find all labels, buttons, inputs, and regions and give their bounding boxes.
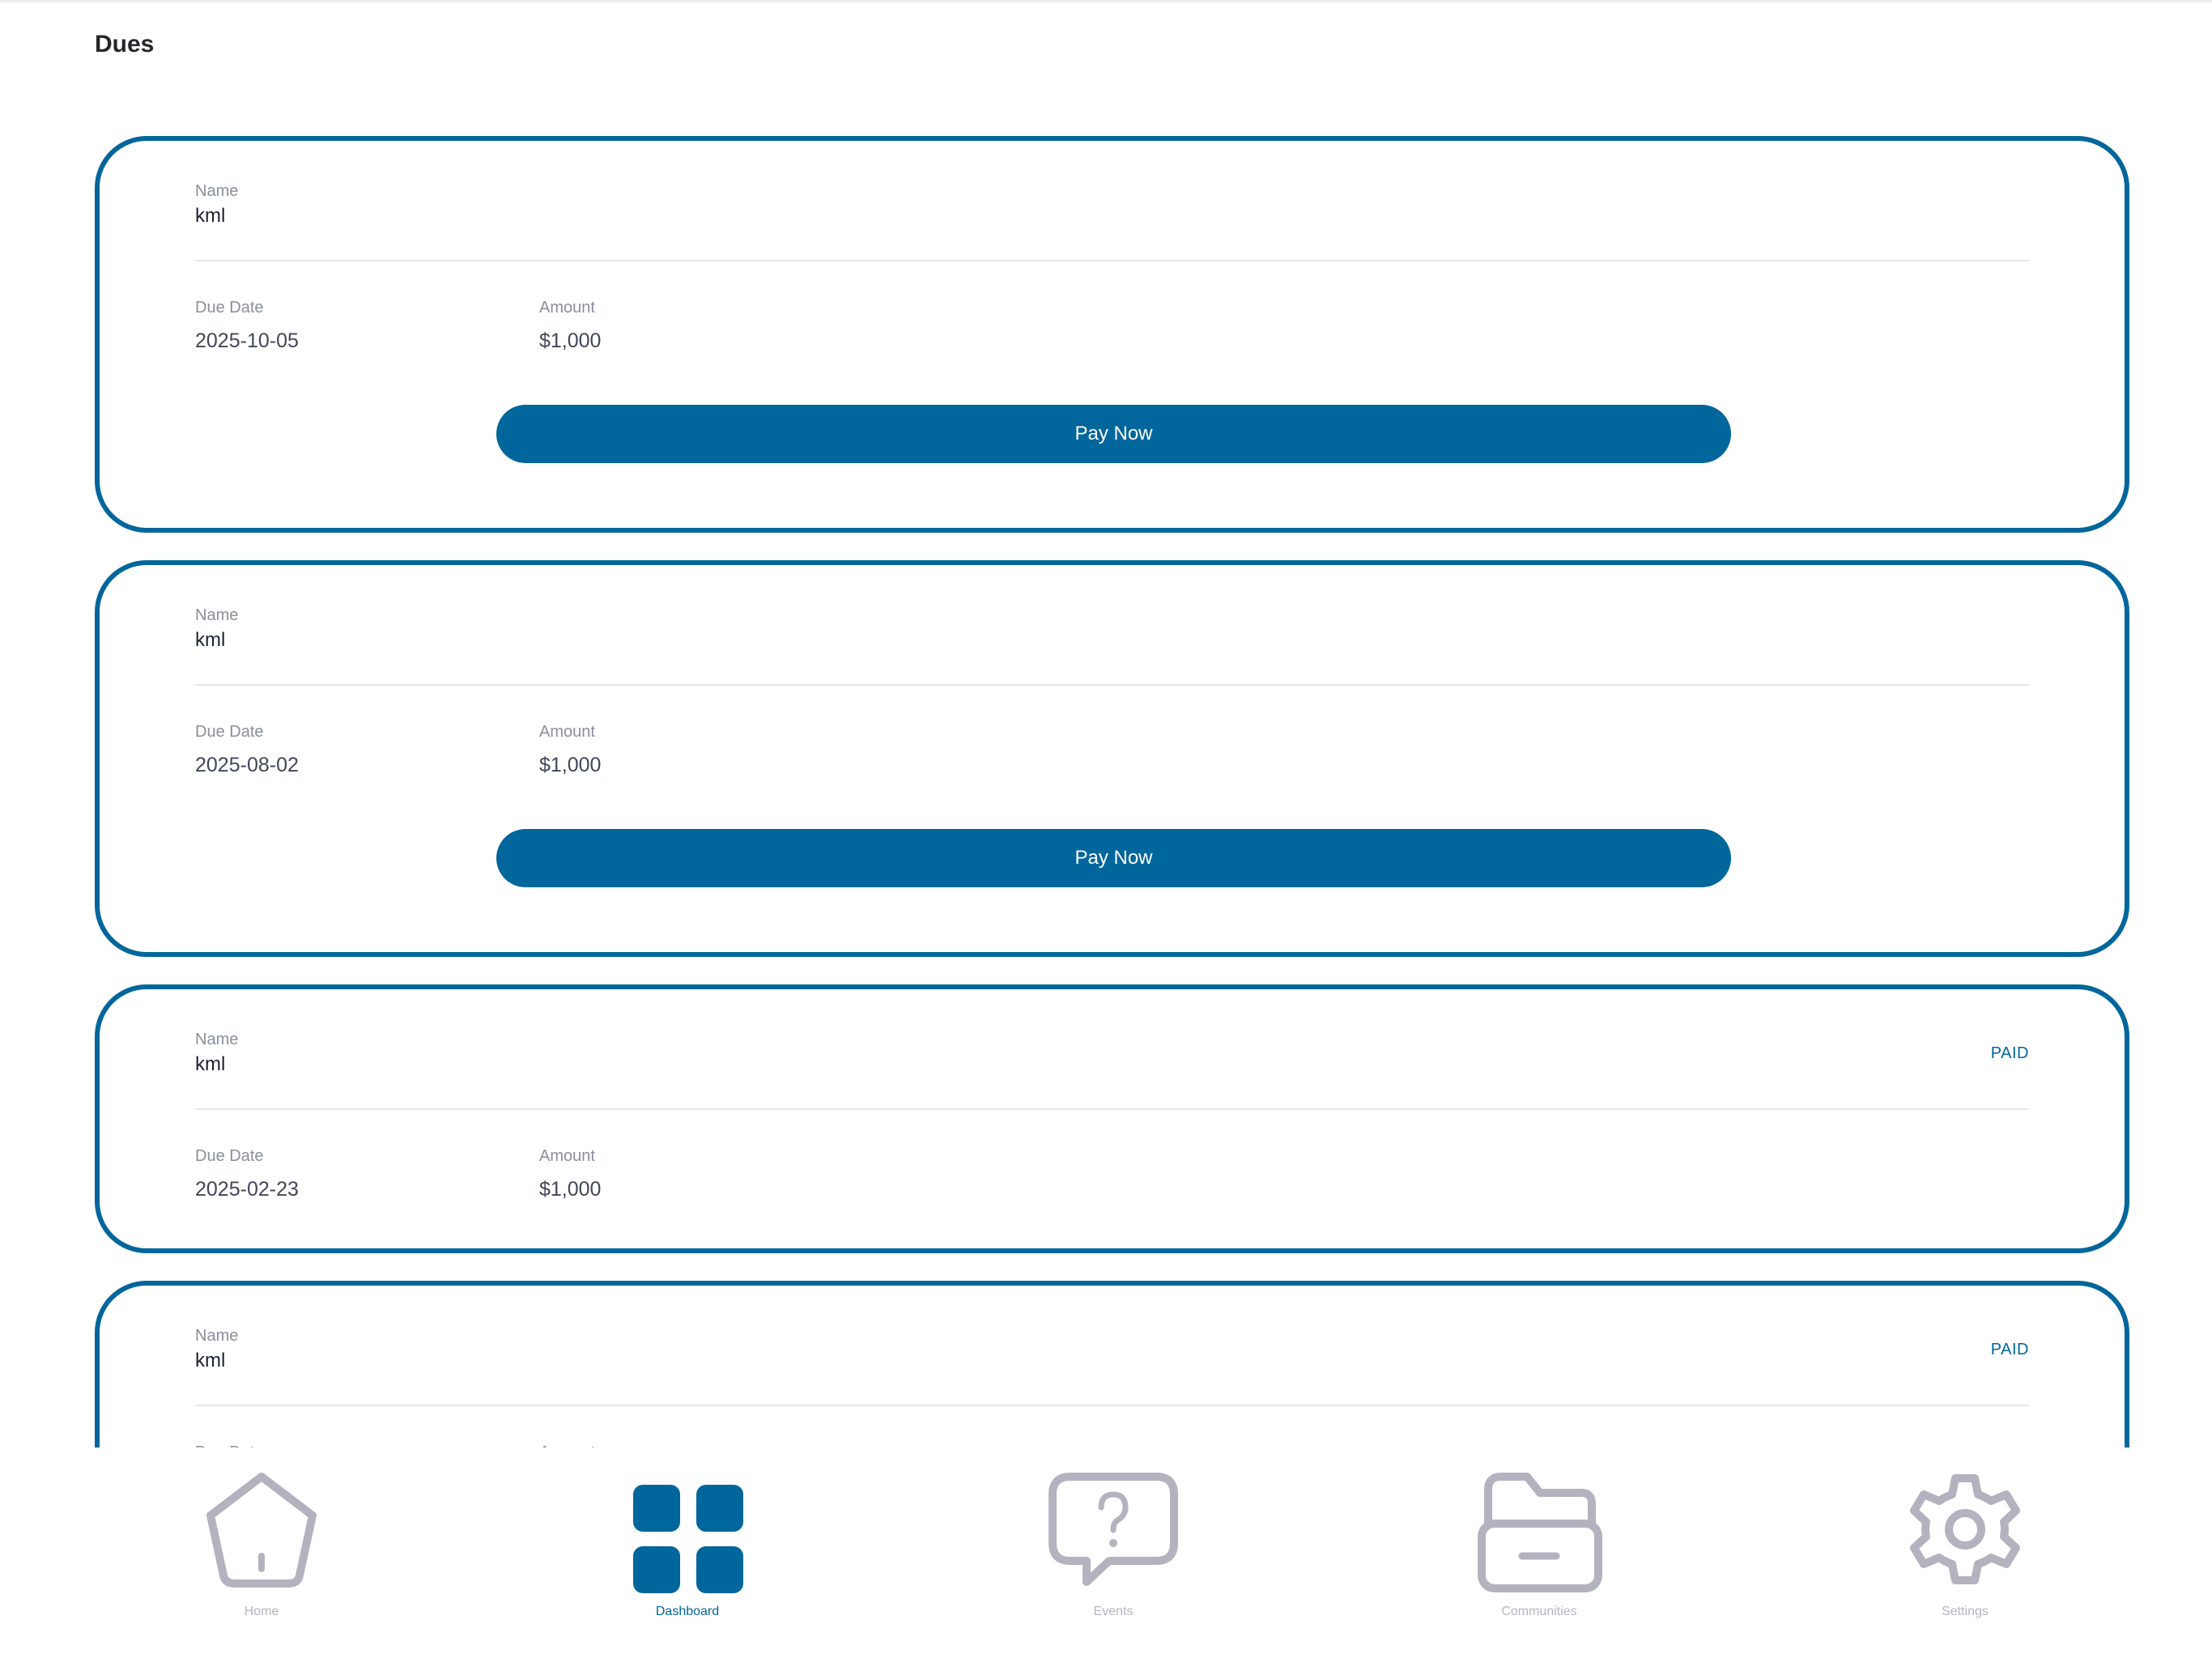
due-card: Name kml Due Date 2025-08-02 Amount $1,0…: [95, 560, 2129, 957]
amount-label: Amount: [539, 723, 595, 741]
card-divider: [195, 684, 2029, 686]
due-name: kml: [195, 1053, 226, 1075]
due-date-value: 2025-08-02: [195, 754, 299, 776]
folder-icon: [1478, 1473, 1602, 1592]
pay-now-button[interactable]: Pay Now: [496, 829, 1731, 887]
amount-value: $1,000: [539, 1178, 602, 1201]
dues-list[interactable]: Name kml Due Date 2025-10-05 Amount $1,0…: [95, 136, 2129, 1448]
nav-item-dashboard[interactable]: Dashboard: [590, 1460, 785, 1647]
status-badge: PAID: [1990, 1044, 2029, 1062]
bottom-nav: Home Dashboard Events Communities Settin…: [0, 1448, 2212, 1658]
due-date-value: 2025-02-23: [195, 1178, 299, 1201]
amount-label: Amount: [539, 1147, 595, 1165]
due-name: kml: [195, 205, 226, 227]
amount-value: $1,000: [539, 329, 602, 352]
due-card: Name kml Due Date 2025-10-05 Amount $1,0…: [95, 136, 2129, 533]
home-icon: [206, 1473, 317, 1588]
card-divider: [195, 1108, 2029, 1110]
nav-label-dashboard: Dashboard: [655, 1605, 720, 1618]
grid-icon: [633, 1485, 743, 1593]
amount-value: $1,000: [539, 754, 602, 776]
due-date-label: Due Date: [195, 1147, 264, 1165]
gear-icon: [1910, 1474, 2020, 1584]
top-divider: [0, 0, 2212, 2]
page-title: Dues: [95, 31, 155, 57]
nav-item-communities[interactable]: Communities: [1442, 1460, 1636, 1647]
nav-label-settings: Settings: [1942, 1605, 1989, 1618]
name-label: Name: [195, 1327, 239, 1345]
nav-item-settings[interactable]: Settings: [1868, 1460, 2062, 1647]
name-label: Name: [195, 1031, 239, 1048]
due-date-label: Due Date: [195, 299, 264, 317]
nav-label-events: Events: [1093, 1605, 1134, 1618]
due-date-label: Due Date: [195, 723, 264, 741]
amount-label: Amount: [539, 299, 595, 317]
due-card: Name kml PAID Due Date 2025-02-23 Amount…: [95, 984, 2129, 1253]
card-divider: [195, 260, 2029, 261]
name-label: Name: [195, 606, 239, 624]
nav-item-events[interactable]: Events: [1016, 1460, 1210, 1647]
due-name: kml: [195, 1350, 226, 1371]
name-label: Name: [195, 182, 239, 200]
nav-item-home[interactable]: Home: [164, 1460, 359, 1647]
due-name: kml: [195, 629, 226, 651]
pay-now-button[interactable]: Pay Now: [496, 405, 1731, 463]
nav-label-home: Home: [244, 1605, 279, 1618]
due-card: Name kml PAID Due Date Amount: [95, 1281, 2129, 1448]
question-chat-icon: [1049, 1473, 1178, 1586]
status-badge: PAID: [1990, 1341, 2029, 1358]
due-date-value: 2025-10-05: [195, 329, 299, 352]
nav-label-communities: Communities: [1501, 1605, 1577, 1618]
card-divider: [195, 1405, 2029, 1406]
